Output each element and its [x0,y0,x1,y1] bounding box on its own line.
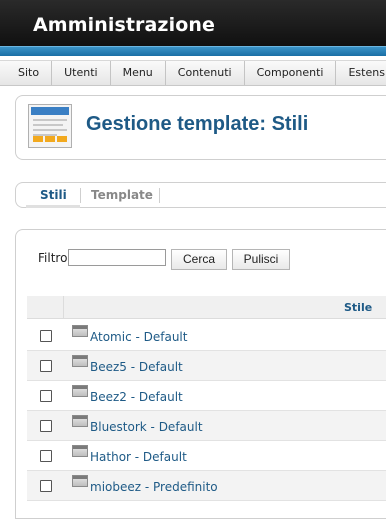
style-name-link[interactable]: Bluestork - Default [90,420,203,434]
table-header: Stile [27,296,386,319]
menu-item-componenti[interactable]: Componenti [245,61,337,85]
tab-divider [80,188,81,203]
admin-header: Amministrazione [0,0,386,56]
table-row: Atomic - Default [27,321,386,351]
filter-label: Filtro: [38,251,72,265]
filter-search-input[interactable] [68,249,166,266]
template-thumbnail-icon [72,325,88,337]
row-checkbox[interactable] [40,480,52,492]
style-name-link[interactable]: miobeez - Predefinito [90,480,218,494]
menu-item-sito[interactable]: Sito [0,61,53,85]
table-row: Beez5 - Default [27,351,386,381]
active-tab-indicator [26,205,80,208]
clear-button[interactable]: Pulisci [232,249,290,270]
row-checkbox[interactable] [40,390,52,402]
template-thumbnail-icon [72,415,88,427]
page-title: Gestione template: Stili [86,113,309,135]
menu-item-utenti[interactable]: Utenti [52,61,111,85]
style-name-link[interactable]: Atomic - Default [90,330,187,344]
app-title: Amministrazione [33,14,215,36]
menu-item-estensioni[interactable]: Estensioni [336,61,386,85]
table-row: Hathor - Default [27,441,386,471]
style-name-link[interactable]: Hathor - Default [90,450,187,464]
tab-template[interactable]: Template [91,188,153,202]
header-accent-strip [0,46,386,56]
template-thumbnail-icon [72,385,88,397]
submenu-tabs: Stili Template [15,182,386,208]
template-manager-icon [28,104,72,148]
template-thumbnail-icon [72,355,88,367]
row-checkbox[interactable] [40,450,52,462]
row-checkbox[interactable] [40,360,52,372]
table-row: miobeez - Predefinito [27,471,386,501]
search-button[interactable]: Cerca [171,249,227,270]
tab-stili[interactable]: Stili [40,188,67,202]
column-header-stile[interactable]: Stile [344,301,372,314]
style-name-link[interactable]: Beez2 - Default [90,390,183,404]
row-checkbox[interactable] [40,420,52,432]
template-thumbnail-icon [72,445,88,457]
main-menu: Sito Utenti Menu Contenuti Componenti Es… [0,60,386,86]
style-name-link[interactable]: Beez5 - Default [90,360,183,374]
menu-item-menu[interactable]: Menu [111,61,166,85]
table-row: Beez2 - Default [27,381,386,411]
tab-divider [159,188,160,203]
template-thumbnail-icon [72,475,88,487]
table-row: Bluestork - Default [27,411,386,441]
menu-item-contenuti[interactable]: Contenuti [166,61,245,85]
row-checkbox[interactable] [40,330,52,342]
